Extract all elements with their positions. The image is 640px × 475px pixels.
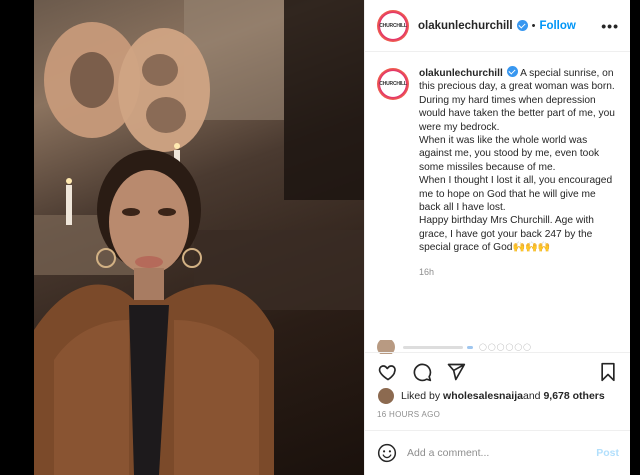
comment-input[interactable] [407, 447, 597, 459]
more-options-icon[interactable]: ••• [601, 18, 619, 34]
heart-icon[interactable] [377, 361, 399, 383]
comment-emoji-row: ◯◯◯◯◯◯ [479, 344, 533, 351]
commenter-name [403, 345, 463, 349]
verified-badge-icon [516, 20, 528, 31]
left-backdrop [0, 0, 34, 475]
caption-text: olakunlechurchill A special sunrise, on … [419, 66, 619, 255]
share-icon[interactable] [445, 361, 467, 383]
likes-prefix: Liked by [401, 390, 441, 402]
author-avatar-logo: CHURCHILL [379, 13, 407, 38]
comment-form: Post [365, 430, 631, 475]
likes-suffix: and [523, 390, 541, 402]
comment-icon[interactable] [411, 361, 433, 383]
caption-avatar[interactable]: CHURCHILL [377, 68, 409, 100]
emoji-icon[interactable] [377, 443, 397, 463]
caption: CHURCHILL olakunlechurchill A special su… [365, 60, 631, 336]
caption-avatar-logo: CHURCHILL [379, 72, 407, 96]
caption-username[interactable]: olakunlechurchill [419, 68, 503, 79]
right-backdrop [630, 0, 640, 475]
caption-verified-badge-icon [506, 66, 518, 77]
commenter-verified-icon [467, 345, 473, 349]
post-comment-button[interactable]: Post [596, 447, 619, 459]
follow-button[interactable]: Follow [539, 20, 575, 32]
post-side-panel: CHURCHILL olakunlechurchill • Follow •••… [364, 0, 631, 475]
post-photo[interactable] [34, 0, 364, 475]
caption-content: A special sunrise, on this precious day,… [419, 68, 615, 254]
likes-count[interactable]: 9,678 others [543, 390, 604, 402]
post-photo-illustration [34, 0, 364, 475]
liker-avatar[interactable] [377, 387, 395, 405]
author-username[interactable]: olakunlechurchill [418, 20, 513, 32]
header-separator: • [531, 19, 536, 32]
post-header: CHURCHILL olakunlechurchill • Follow ••• [365, 0, 631, 52]
bookmark-icon[interactable] [597, 361, 619, 383]
liker-username[interactable]: wholesalesnaija [443, 390, 523, 402]
author-avatar[interactable]: CHURCHILL [377, 9, 409, 42]
likes-row: Liked by wholesalesnaija and 9,678 other… [377, 386, 627, 406]
action-bar [365, 352, 631, 390]
caption-body: olakunlechurchill A special sunrise, on … [419, 66, 619, 336]
caption-time[interactable]: 16h [419, 267, 619, 277]
post-timestamp[interactable]: 16 HOURS AGO [377, 410, 440, 419]
